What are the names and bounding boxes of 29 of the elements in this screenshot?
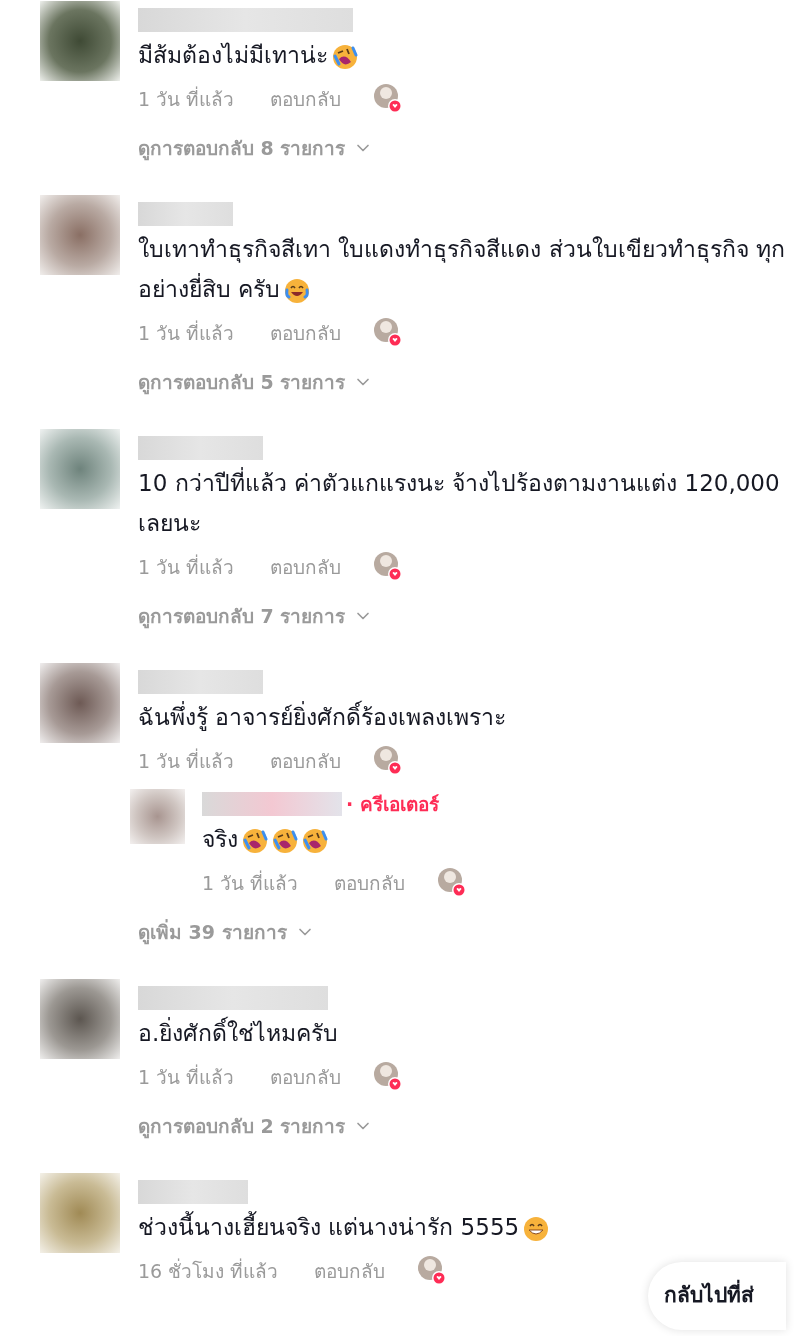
comment-text: มีส้มต้องไม่มีเทาน่ะ [138, 35, 404, 75]
view-replies-link[interactable]: ดูการตอบกลับ 2 รายการ [138, 1101, 404, 1151]
reply-button[interactable]: ตอบกลับ [334, 868, 406, 898]
reply-button[interactable]: ตอบกลับ [270, 746, 342, 776]
reply-button[interactable]: ตอบกลับ [314, 1256, 386, 1286]
view-replies-link[interactable]: ดูเพิ่ม 39 รายการ [138, 907, 507, 957]
back-button[interactable]: กลับไปที่ส่ [648, 1262, 786, 1330]
reply-button[interactable]: ตอบกลับ [270, 84, 342, 114]
comment-time: 1 วัน ที่แล้ว [138, 85, 235, 112]
reply-button[interactable]: ตอบกลับ [270, 1062, 342, 1092]
comment-text: ช่วงนี้นางเฮี้ยนจริง แต่นางน่ารัก 5555 [138, 1207, 550, 1247]
comment-text: ใบเทาทำธุรกิจสีเทา ใบแดงทำธุรกิจสีแดง ส่วนใบเขียวทำธุรกิจ ทุกอย่างยี่สิบ ครับ [138, 235, 786, 306]
view-replies-link[interactable]: ดูการตอบกลับ 7 รายการ [138, 591, 786, 641]
comment-time: 1 วัน ที่แล้ว [138, 319, 235, 346]
comment-time: 1 วัน ที่แล้ว [202, 869, 299, 896]
creator-label: · ครีเอเตอร์ [346, 791, 439, 817]
reply-button[interactable]: ตอบกลับ [270, 318, 342, 348]
comment-time: 16 ชั่วโมง ที่แล้ว [138, 1257, 279, 1284]
comment-text: อ.ยิ่งศักดิ์ใช่ไหมครับ [138, 1013, 404, 1053]
comment-time: 1 วัน ที่แล้ว [138, 553, 235, 580]
comment-time: 1 วัน ที่แล้ว [138, 747, 235, 774]
reply-text: จริง [202, 819, 468, 859]
comment-time: 1 วัน ที่แล้ว [138, 1063, 235, 1090]
view-replies-link[interactable]: ดูการตอบกลับ 8 รายการ [138, 123, 404, 173]
comment-text: ฉันพึ่งรู้ อาจารย์ยิ่งศักดิ์ร้องเพลงเพราะ [138, 697, 507, 737]
view-replies-link[interactable]: ดูการตอบกลับ 5 รายการ [138, 357, 786, 407]
reply-button[interactable]: ตอบกลับ [270, 552, 342, 582]
comment-text: 10 กว่าปีที่แล้ว ค่าตัวแกแรงนะ จ้างไปร้องตามงานแต่ง 120,000 เลยนะ [138, 463, 786, 543]
blurred-avatar [130, 789, 185, 844]
